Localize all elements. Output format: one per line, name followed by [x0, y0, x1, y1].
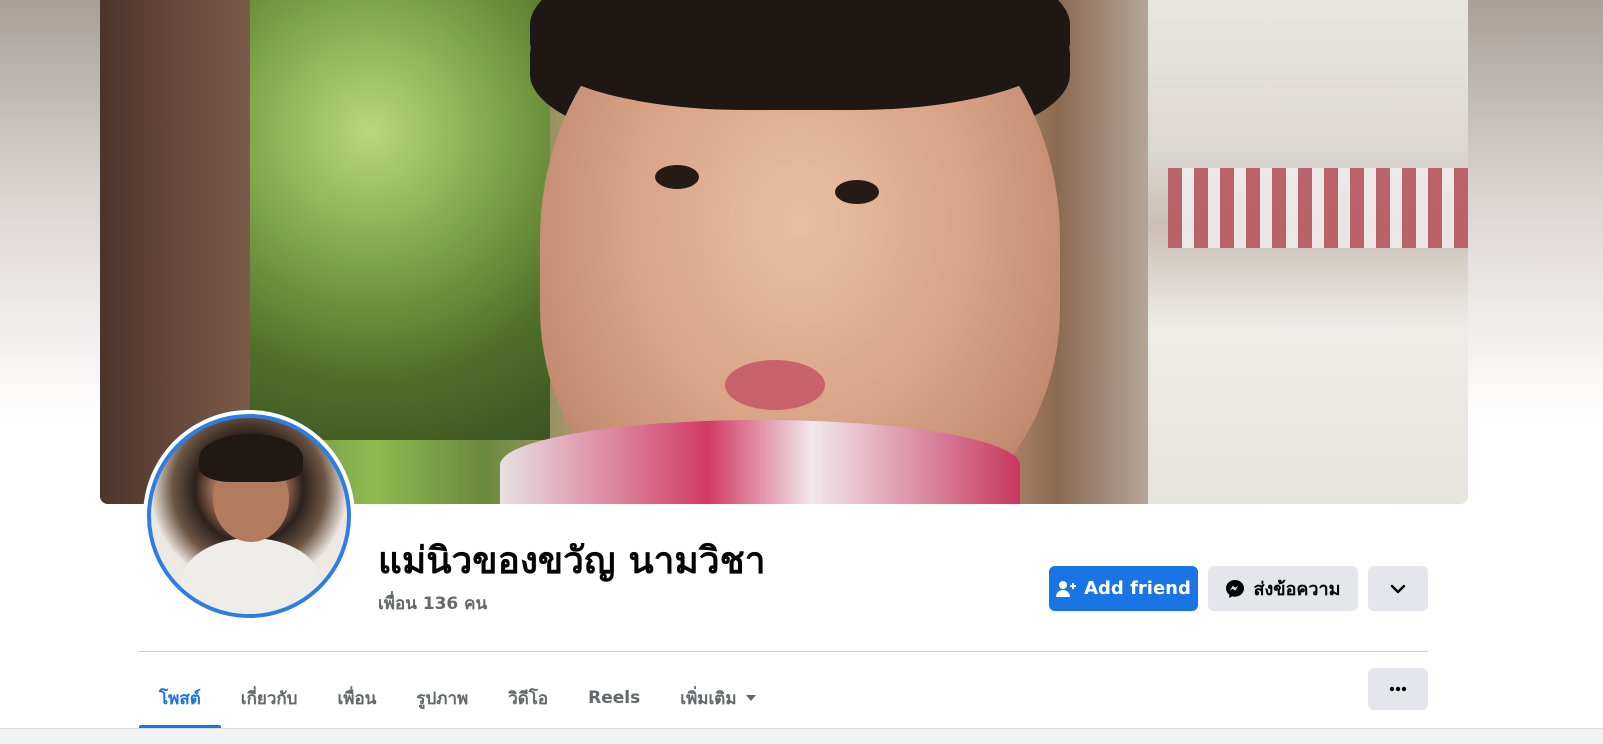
message-button[interactable]: ส่งข้อความ: [1208, 566, 1358, 611]
ellipsis-icon: [1389, 686, 1407, 692]
tab-posts[interactable]: โพสต์: [139, 668, 221, 728]
profile-name: แม่นิวของขวัญ นามวิชา: [378, 539, 766, 582]
message-label: ส่งข้อความ: [1253, 579, 1341, 600]
avatar: [147, 414, 351, 618]
caret-down-icon: [745, 694, 757, 702]
divider: [139, 651, 1428, 652]
friends-count[interactable]: เพื่อน 136 คน: [378, 590, 487, 617]
profile-options-button[interactable]: [1368, 566, 1428, 611]
messenger-icon: [1225, 579, 1245, 599]
chevron-down-icon: [1390, 584, 1406, 594]
tab-photos[interactable]: รูปภาพ: [396, 668, 488, 728]
tab-videos[interactable]: วิดีโอ: [488, 668, 568, 728]
add-user-icon: [1056, 580, 1077, 598]
tab-more[interactable]: เพิ่มเติม: [660, 668, 776, 728]
more-options-button[interactable]: [1368, 668, 1428, 710]
add-friend-label: Add friend: [1084, 578, 1191, 599]
content-area-edge: [0, 728, 1603, 744]
profile-tabs: โพสต์ เกี่ยวกับ เพื่อน รูปภาพ วิดีโอ Ree…: [139, 668, 777, 728]
add-friend-button[interactable]: Add friend: [1049, 566, 1198, 611]
profile-picture[interactable]: [143, 410, 355, 622]
tab-about[interactable]: เกี่ยวกับ: [221, 668, 318, 728]
tab-reels[interactable]: Reels: [568, 668, 660, 728]
tab-friends[interactable]: เพื่อน: [317, 668, 396, 728]
